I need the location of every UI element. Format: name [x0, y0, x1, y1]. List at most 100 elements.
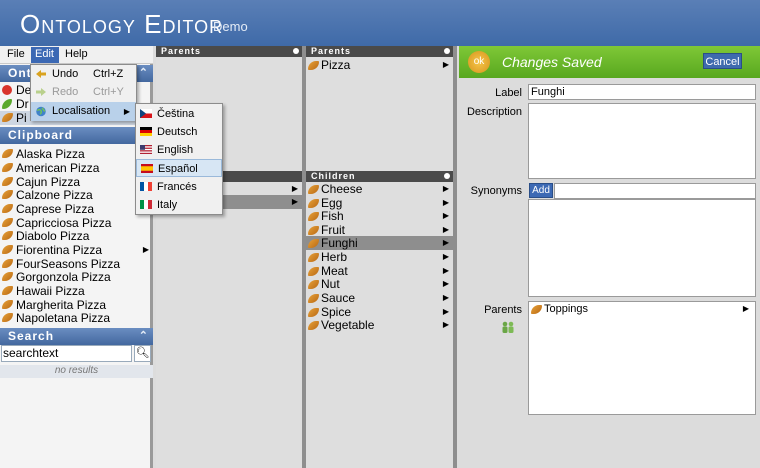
- menu-item-localisation[interactable]: Localisation ▶: [31, 102, 136, 121]
- child-item-label: Vegetable: [321, 318, 375, 332]
- cancel-button[interactable]: Cancel: [703, 53, 742, 69]
- clipboard-item-label: Hawaii Pizza: [16, 284, 85, 298]
- column-dot-icon[interactable]: [444, 173, 450, 179]
- expand-arrow-icon[interactable]: ▶: [743, 302, 749, 316]
- synonym-input[interactable]: [554, 183, 756, 199]
- expand-arrow-icon[interactable]: ▶: [443, 277, 449, 291]
- menu-help[interactable]: Help: [65, 48, 88, 60]
- leaf-icon: [2, 286, 13, 295]
- clipboard-item[interactable]: American Pizza: [0, 161, 153, 175]
- child-item[interactable]: Spice ▶: [306, 305, 453, 319]
- clipboard-item[interactable]: Napoletana Pizza: [0, 311, 153, 325]
- clipboard-item[interactable]: Hawaii Pizza: [0, 284, 153, 298]
- child-item[interactable]: Egg ▶: [306, 196, 453, 210]
- child-item[interactable]: Cheese ▶: [306, 182, 453, 196]
- parent-item[interactable]: Pizza ▶: [306, 58, 453, 72]
- collapse-icon[interactable]: ⌃: [139, 329, 149, 342]
- clipboard-item[interactable]: Calzone Pizza: [0, 188, 153, 202]
- clipboard-item[interactable]: Alaska Pizza: [0, 147, 153, 161]
- child-item-label: Sauce: [321, 291, 356, 305]
- child-item[interactable]: Fish ▶: [306, 209, 453, 223]
- clipboard-item[interactable]: FourSeasons Pizza: [0, 257, 153, 271]
- description-textarea[interactable]: [528, 103, 756, 179]
- detail-panel: ok Changes Saved Cancel Label Funghi Des…: [459, 46, 760, 468]
- add-synonym-button[interactable]: Add: [529, 183, 553, 198]
- synonyms-list[interactable]: [528, 199, 756, 297]
- language-item[interactable]: English: [136, 141, 222, 159]
- clipboard-item[interactable]: Capricciosa Pizza: [0, 216, 153, 230]
- clipboard-item[interactable]: Caprese Pizza: [0, 202, 153, 216]
- search-icon[interactable]: 🔍︎: [134, 345, 151, 362]
- expand-arrow-icon[interactable]: ▶: [443, 305, 449, 319]
- czech-flag-icon: [140, 109, 152, 118]
- leaf-icon: [2, 163, 13, 172]
- menu-edit[interactable]: Edit: [31, 47, 59, 63]
- clipboard-item[interactable]: Diabolo Pizza: [0, 229, 153, 243]
- label-input[interactable]: Funghi: [528, 84, 756, 100]
- language-item[interactable]: Čeština: [136, 105, 222, 123]
- language-item[interactable]: Francés: [136, 178, 222, 196]
- clipboard-item[interactable]: Gorgonzola Pizza: [0, 270, 153, 284]
- leaf-icon: [2, 113, 13, 122]
- french-flag-icon: [140, 182, 152, 191]
- leaf-icon: [308, 226, 319, 235]
- expand-arrow-icon[interactable]: ▶: [443, 223, 449, 237]
- column-dot-icon[interactable]: [444, 48, 450, 54]
- child-item-selected[interactable]: Funghi ▶: [306, 236, 453, 250]
- parent-item-label: Pizza: [321, 58, 351, 72]
- language-submenu: Čeština Deutsch English Español Francés …: [135, 103, 223, 215]
- expand-arrow-icon[interactable]: ▶: [443, 58, 449, 72]
- redo-label: Redo: [52, 86, 79, 98]
- expand-arrow-icon[interactable]: ▶: [443, 291, 449, 305]
- child-item-label: Egg: [321, 196, 343, 210]
- collapse-icon[interactable]: ⌃: [139, 66, 149, 79]
- language-label: Español: [158, 163, 198, 175]
- people-icon[interactable]: [501, 320, 515, 334]
- language-item-selected[interactable]: Español: [136, 159, 222, 177]
- expand-arrow-icon[interactable]: ▶: [443, 182, 449, 196]
- expand-arrow-icon[interactable]: ▶: [443, 250, 449, 264]
- expand-arrow-icon[interactable]: ▶: [292, 195, 298, 209]
- clipboard-item[interactable]: Fiorentina Pizza ▶: [0, 243, 153, 257]
- submenu-arrow-icon: ▶: [123, 107, 130, 116]
- menu-item-undo[interactable]: Undo Ctrl+Z: [31, 65, 136, 84]
- expand-arrow-icon[interactable]: ▶: [443, 318, 449, 332]
- language-item[interactable]: Deutsch: [136, 123, 222, 141]
- child-item[interactable]: Vegetable ▶: [306, 318, 453, 332]
- menu-bar: File Edit Help: [0, 46, 153, 64]
- expand-arrow-icon[interactable]: ▶: [143, 243, 149, 257]
- leaf-icon: [308, 308, 319, 317]
- clipboard-item[interactable]: Cajun Pizza: [0, 175, 153, 189]
- child-item[interactable]: Fruit ▶: [306, 223, 453, 237]
- leaf-icon: [308, 294, 319, 303]
- search-input[interactable]: searchtext: [1, 345, 132, 362]
- clipboard-header[interactable]: Clipboard: [0, 127, 153, 144]
- expand-arrow-icon[interactable]: ▶: [443, 196, 449, 210]
- search-status: no results: [0, 365, 153, 378]
- language-label: Italy: [157, 199, 178, 211]
- language-item[interactable]: Italy: [136, 196, 222, 214]
- search-header[interactable]: Search ⌃: [0, 328, 153, 345]
- leaf-icon: [2, 259, 13, 268]
- leaf-icon: [308, 212, 319, 221]
- column-dot-icon[interactable]: [293, 48, 299, 54]
- child-item[interactable]: Meat ▶: [306, 264, 453, 278]
- child-item[interactable]: Herb ▶: [306, 250, 453, 264]
- child-item[interactable]: Sauce ▶: [306, 291, 453, 305]
- app-header: Ontology Editor Demo: [0, 0, 760, 46]
- parent-entry[interactable]: Toppings ▶: [529, 302, 753, 316]
- menu-file[interactable]: File: [7, 48, 25, 60]
- language-label: Čeština: [157, 108, 195, 120]
- expand-arrow-icon[interactable]: ▶: [443, 264, 449, 278]
- redo-shortcut: Ctrl+Y: [93, 86, 124, 98]
- german-flag-icon: [140, 127, 152, 136]
- clipboard-item[interactable]: Margherita Pizza: [0, 298, 153, 312]
- search-title: Search: [8, 329, 55, 343]
- menu-item-redo[interactable]: Redo Ctrl+Y: [31, 83, 136, 102]
- expand-arrow-icon[interactable]: ▶: [443, 209, 449, 223]
- expand-arrow-icon[interactable]: ▶: [292, 182, 298, 196]
- parents-list: Toppings ▶: [528, 301, 756, 415]
- child-item[interactable]: Nut ▶: [306, 277, 453, 291]
- expand-arrow-icon[interactable]: ▶: [443, 236, 449, 250]
- clipboard-item-label: Fiorentina Pizza: [16, 243, 103, 257]
